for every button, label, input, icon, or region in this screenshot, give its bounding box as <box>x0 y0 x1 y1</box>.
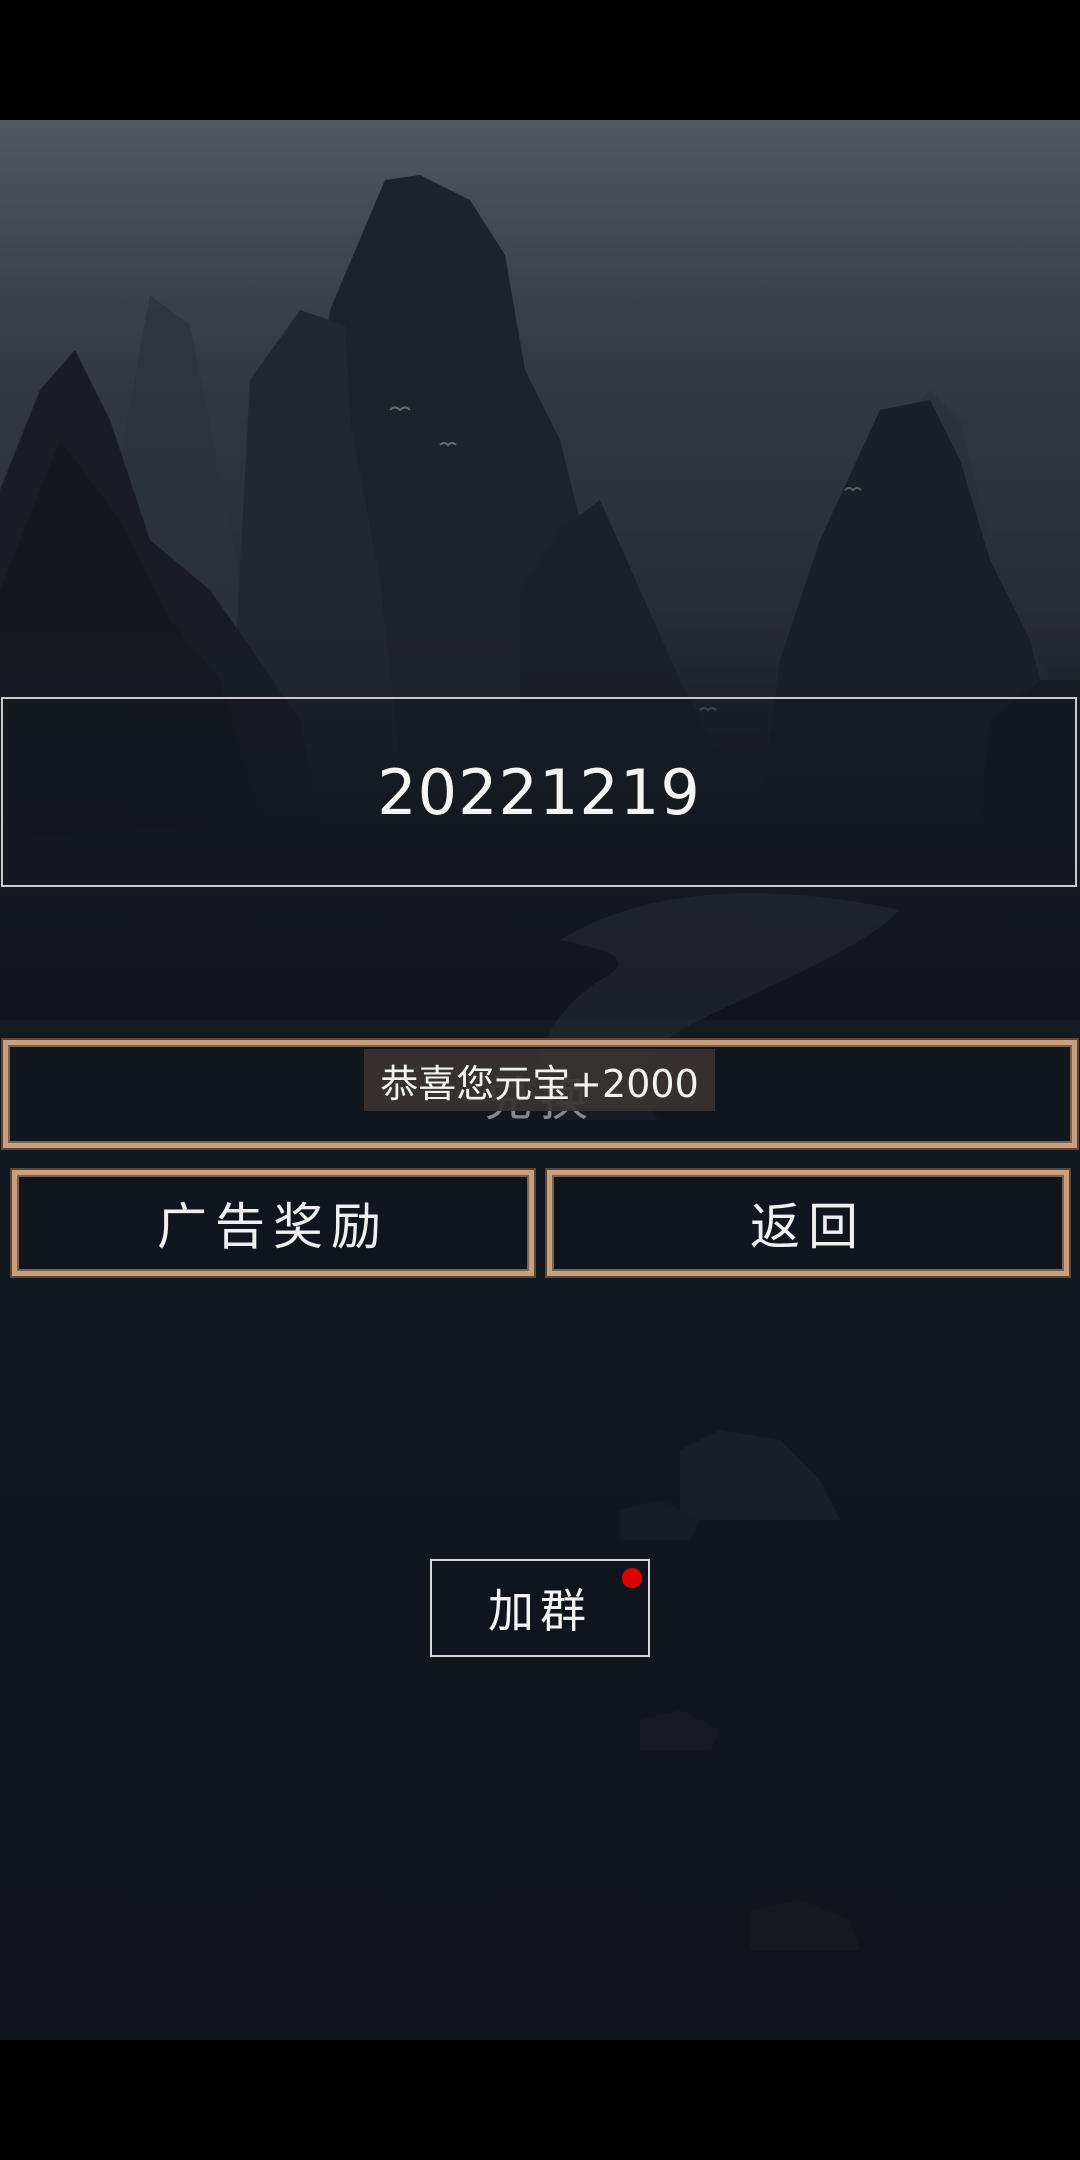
ad-reward-button[interactable]: 广告奖励 <box>12 1170 534 1276</box>
navigation-bar-area <box>0 2040 1080 2160</box>
join-group-button[interactable]: 加群 <box>430 1559 650 1657</box>
reward-toast: 恭喜您元宝+2000 <box>364 1049 715 1111</box>
status-bar-area <box>0 0 1080 120</box>
redeem-code-input[interactable]: 20221219 <box>1 697 1077 887</box>
notification-dot <box>622 1568 642 1588</box>
game-screen: 20221219 兑换 恭喜您元宝+2000 广告奖励 返回 加群 <box>0 0 1080 2160</box>
back-button[interactable]: 返回 <box>547 1170 1069 1276</box>
